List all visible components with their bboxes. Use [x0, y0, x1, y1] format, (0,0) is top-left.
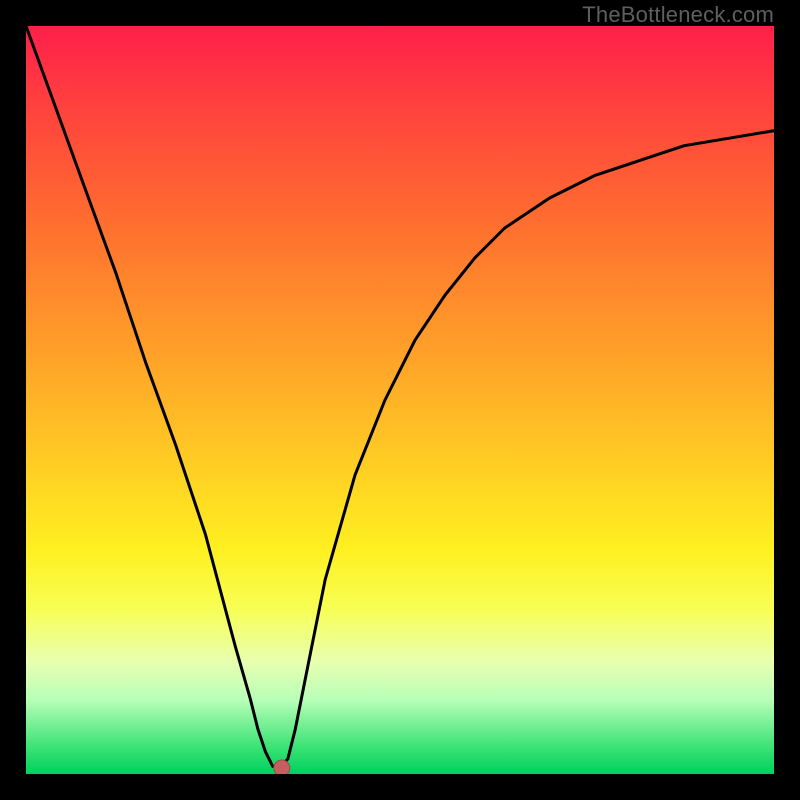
bottleneck-curve — [26, 26, 774, 767]
watermark-text: TheBottleneck.com — [582, 2, 774, 28]
marker-dot — [274, 760, 290, 774]
chart-svg — [26, 26, 774, 774]
chart-frame: TheBottleneck.com — [0, 0, 800, 800]
plot-area — [26, 26, 774, 774]
